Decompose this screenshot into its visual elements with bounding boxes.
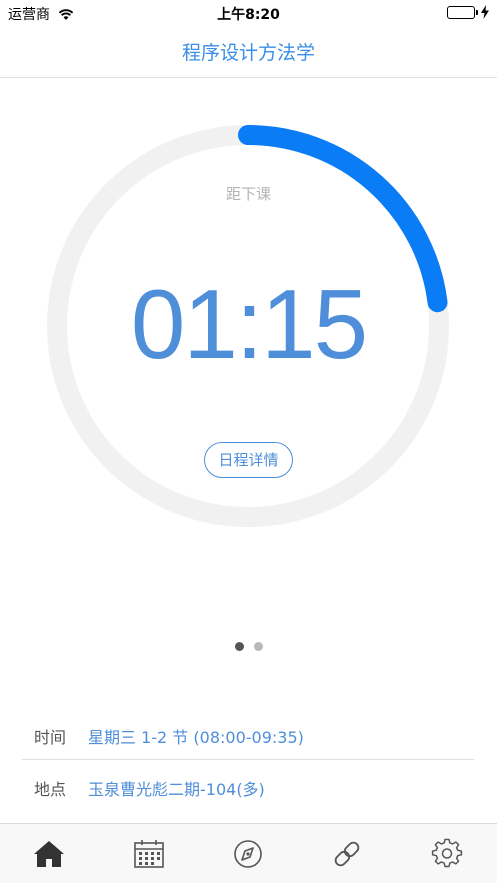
place-value: 玉泉曹光彪二期-104(多) [88,780,265,799]
tab-explore[interactable] [231,838,265,870]
page-indicator[interactable] [0,636,497,655]
home-icon [34,841,64,867]
time-row: 时间 星期三 1-2 节 (08:00-09:35) [22,708,474,760]
course-title: 程序设计方法学 [181,42,315,64]
status-time: 上午8:20 [217,7,280,23]
time-value: 星期三 1-2 节 (08:00-09:35) [88,728,304,747]
navigation-bar: 程序设计方法学 [0,26,497,78]
page-dot-2[interactable] [253,642,263,651]
tab-settings[interactable] [430,838,464,870]
tab-bar [0,823,497,883]
link-icon [334,841,360,867]
calendar-icon [134,840,164,868]
tab-home[interactable] [32,838,66,870]
place-label: 地点 [34,780,67,799]
battery-icon [447,6,478,19]
page-dot-1[interactable] [234,642,244,651]
place-row: 地点 玉泉曹光彪二期-104(多) [22,760,474,812]
schedule-details-button[interactable]: 日程详情 [204,442,293,478]
countdown-time: 01:15 [130,269,368,379]
time-label: 时间 [34,728,67,747]
charging-icon [481,4,489,23]
compass-icon [234,840,262,868]
gear-icon [431,838,463,868]
tab-calendar[interactable] [132,838,166,870]
tab-links[interactable] [330,838,364,870]
status-bar: 运营商 上午8:20 [0,0,497,26]
countdown-label: 距下课 [225,185,271,203]
